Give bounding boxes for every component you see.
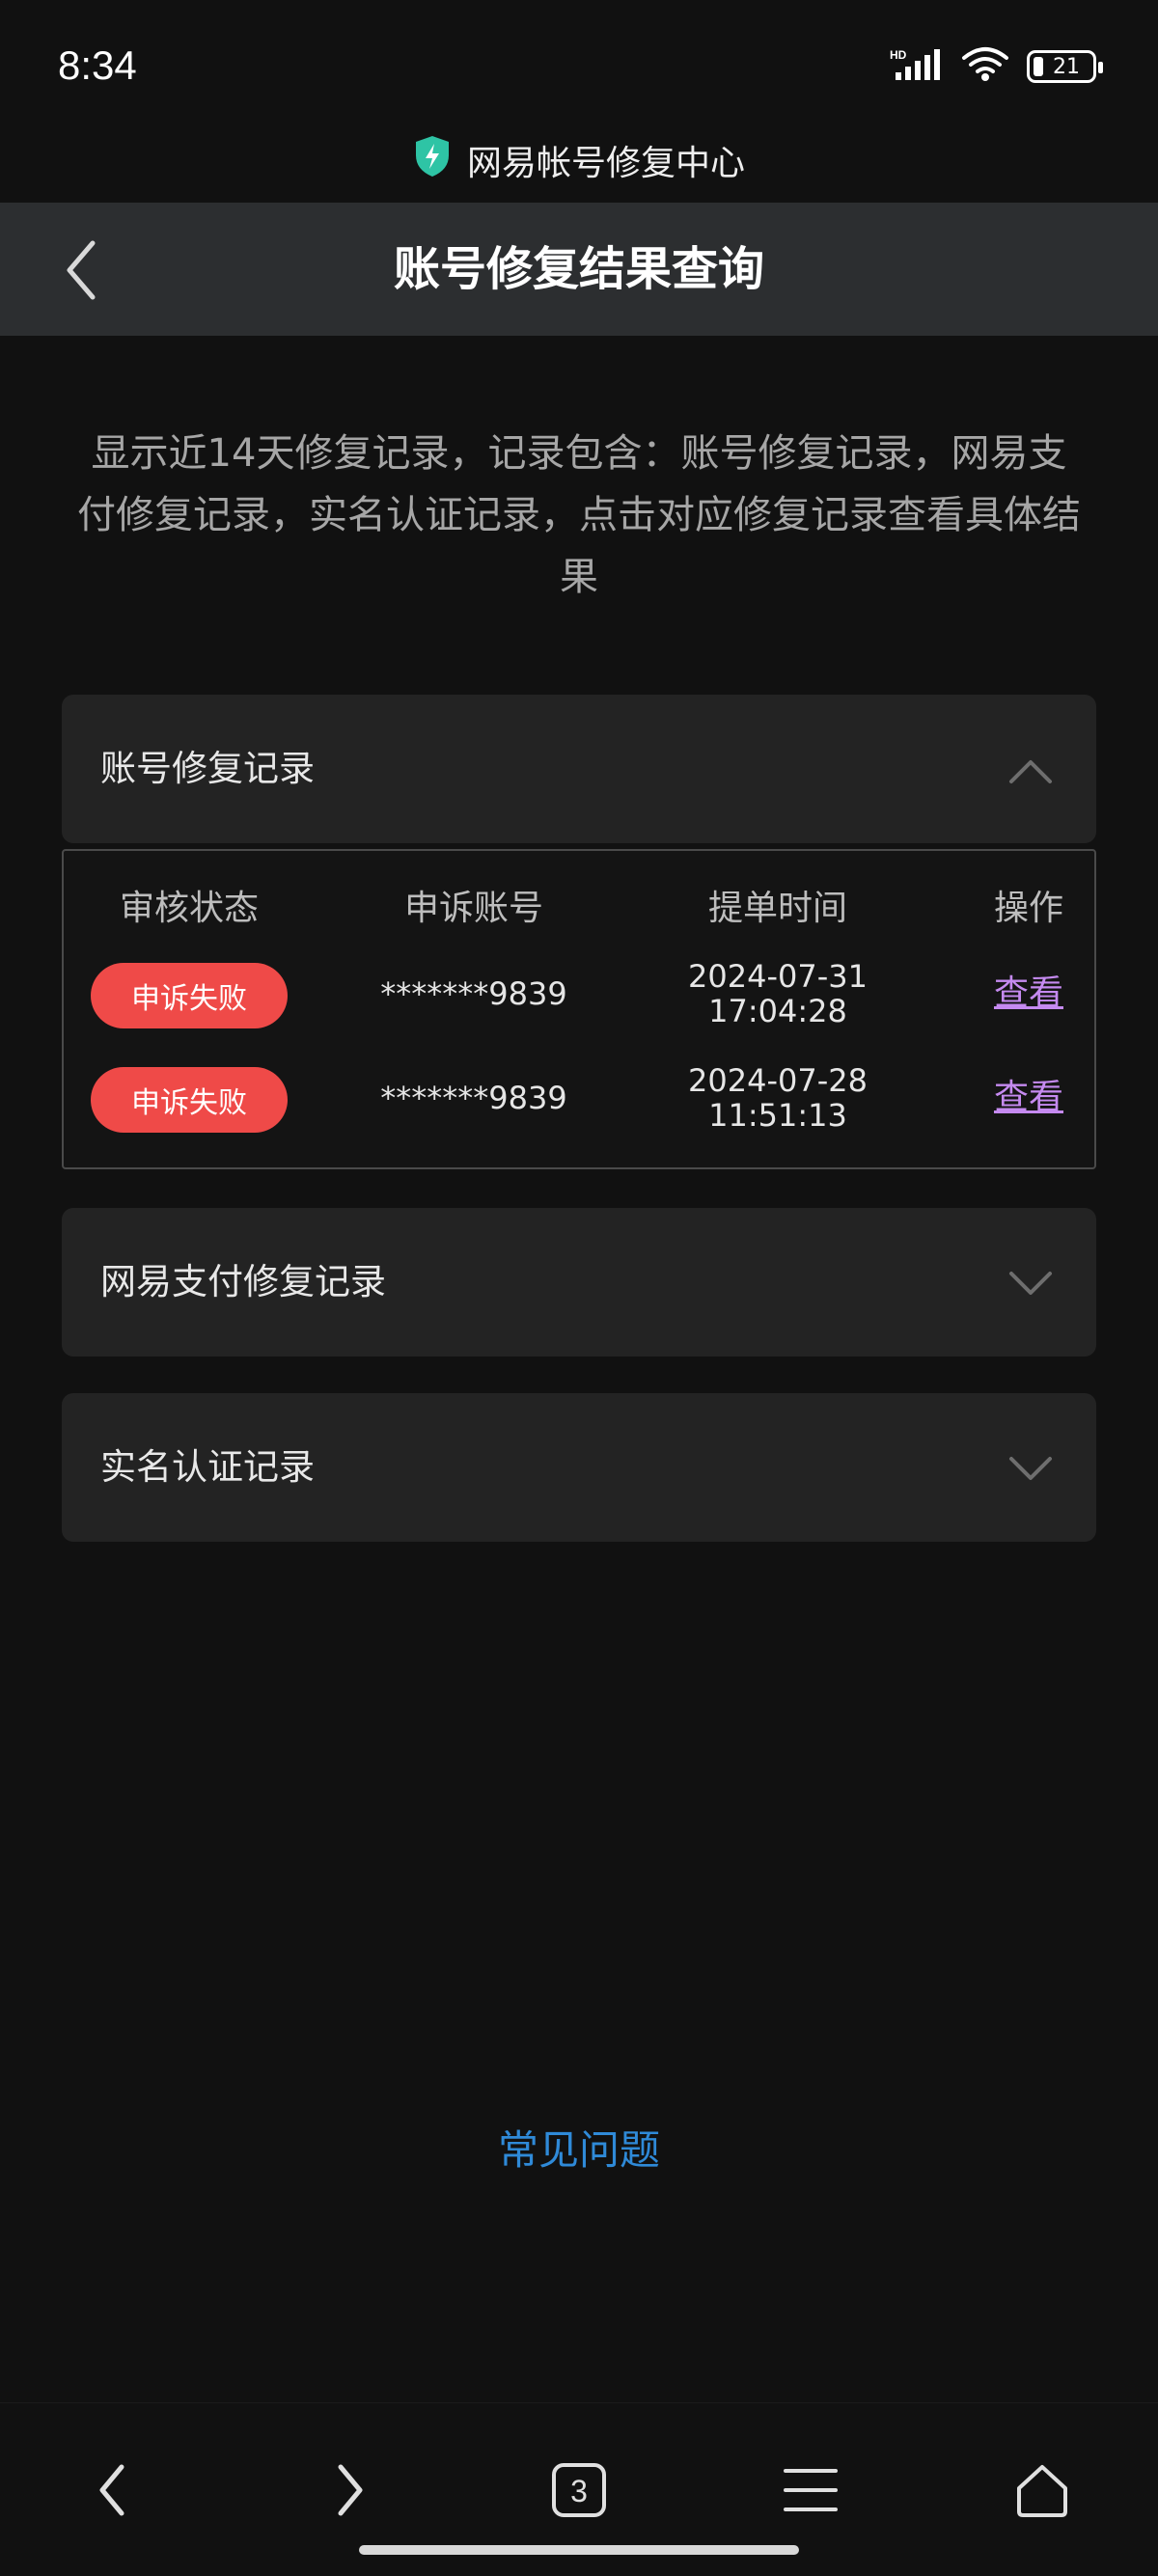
section-label: 实名认证记录 — [100, 1446, 315, 1488]
wifi-icon — [961, 46, 1009, 87]
section-realname-header[interactable]: 实名认证记录 — [62, 1393, 1096, 1542]
back-button[interactable] — [42, 232, 120, 309]
menu-icon[interactable] — [762, 2442, 859, 2538]
table-row: 申诉失败 *******9839 2024-07-31 17:04:28 查看 — [64, 957, 1094, 1030]
chevron-down-icon — [1007, 1261, 1054, 1307]
table-header-status: 审核状态 — [119, 889, 259, 928]
records-table: 审核状态 申诉账号 提单时间 操作 申诉失败 *******9839 2024-… — [62, 849, 1096, 1169]
site-title: 网易帐号修复中心 — [466, 144, 745, 183]
table-header-action: 操作 — [993, 889, 1063, 928]
signal-icon: HD — [890, 47, 944, 86]
battery-level: 21 — [1053, 54, 1080, 79]
tab-count: 3 — [570, 2474, 588, 2508]
view-link[interactable]: 查看 — [971, 1061, 1087, 1135]
section-label: 网易支付修复记录 — [100, 1261, 386, 1302]
home-indicator[interactable] — [359, 2545, 799, 2555]
view-link[interactable]: 查看 — [971, 957, 1087, 1030]
chevron-down-icon — [1007, 1446, 1054, 1493]
table-header-account: 申诉账号 — [403, 889, 543, 928]
account-cell: *******9839 — [380, 1080, 567, 1116]
page-title: 账号修复结果查询 — [393, 242, 764, 296]
status-time: 8:34 — [58, 42, 137, 88]
chevron-up-icon — [1007, 748, 1054, 794]
network-type-label: HD — [890, 48, 907, 62]
time-cell: 2024-07-28 11:51:13 — [623, 1061, 932, 1135]
forward-arrow-icon[interactable] — [302, 2442, 399, 2538]
battery-icon: 21 — [1027, 50, 1103, 83]
time-date: 2024-07-31 — [688, 958, 868, 995]
section-label: 账号修复记录 — [100, 748, 315, 789]
time-cell: 2024-07-31 17:04:28 — [623, 957, 932, 1030]
status-icons: HD 21 — [890, 46, 1103, 87]
nav-bar: 账号修复结果查询 — [0, 203, 1158, 336]
description-text: 显示近14天修复记录，记录包含：账号修复记录，网易支付修复记录，实名认证记录，点… — [77, 431, 1081, 599]
chevron-left-icon — [67, 240, 96, 300]
shield-bolt-icon — [413, 134, 452, 187]
faq-link[interactable]: 常见问题 — [0, 2118, 1158, 2177]
section-account-repair-header[interactable]: 账号修复记录 — [62, 695, 1096, 843]
time-datetime: 2024-07-28 11:51:13 — [688, 1062, 868, 1134]
table-row: 申诉失败 *******9839 2024-07-28 11:51:13 查看 — [64, 1061, 1094, 1135]
status-badge: 申诉失败 — [91, 963, 288, 1028]
section-payment-repair-header[interactable]: 网易支付修复记录 — [62, 1208, 1096, 1357]
site-header: 网易帐号修复中心 — [0, 131, 1158, 189]
time-clock: 17:04:28 — [708, 993, 847, 1029]
back-arrow-icon[interactable] — [64, 2442, 160, 2538]
status-badge: 申诉失败 — [91, 1067, 288, 1133]
tabs-button[interactable]: 3 — [531, 2442, 627, 2538]
table-header-time: 提单时间 — [707, 889, 847, 928]
tabs-icon: 3 — [552, 2463, 606, 2517]
home-icon[interactable] — [994, 2442, 1090, 2538]
account-cell: *******9839 — [380, 975, 567, 1012]
status-bar: 8:34 HD 21 — [0, 0, 1158, 125]
